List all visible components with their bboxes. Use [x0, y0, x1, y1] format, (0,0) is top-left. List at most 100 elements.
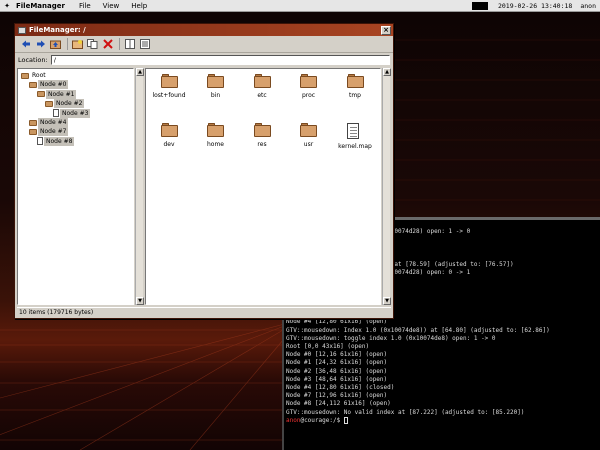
- terminal-line: Node #4 [12,80 61x16] (closed): [286, 384, 395, 392]
- app-menu-icon[interactable]: ✦: [2, 2, 12, 10]
- file-item[interactable]: res: [242, 123, 282, 148]
- prompt-user: anon: [286, 416, 301, 424]
- window-titlebar[interactable]: FileManager: / ×: [15, 24, 393, 36]
- folder-icon: [207, 74, 224, 88]
- file-item[interactable]: bin: [196, 74, 236, 99]
- file-icon: [53, 109, 59, 118]
- tree-node-label: Node #7: [38, 127, 69, 137]
- back-arrow-icon[interactable]: [19, 38, 32, 51]
- tree-node-label: Node #3: [60, 108, 91, 118]
- terminal-cursor: [343, 416, 348, 424]
- tree-node[interactable]: Node #3: [53, 108, 91, 118]
- scroll-up-icon[interactable]: ▲: [136, 68, 144, 76]
- file-item[interactable]: dev: [149, 123, 189, 148]
- file-name: lost+found: [152, 92, 186, 99]
- terminal-line: Node #4 [12,80 61x16] (open): [286, 318, 388, 326]
- terminal-line: Node #8 [24,112 61x16] (open): [286, 400, 391, 408]
- tree-node[interactable]: Node #0: [29, 80, 69, 90]
- up-folder-icon[interactable]: [49, 38, 62, 51]
- folder-icon: [253, 74, 271, 88]
- window-title: FileManager: /: [29, 26, 86, 34]
- file-name: kernel.map: [338, 143, 372, 150]
- document-icon: [346, 123, 364, 139]
- new-folder-icon[interactable]: [71, 38, 84, 51]
- folder-icon: [207, 123, 224, 137]
- file-name: usr: [303, 141, 314, 148]
- toolbar: [15, 36, 393, 53]
- file-item[interactable]: home: [196, 123, 236, 148]
- tray-indicator-icon[interactable]: [471, 1, 488, 10]
- terminal-line: Node #2 [36,48 61x16] (open): [286, 367, 388, 375]
- location-label: Location:: [18, 56, 48, 64]
- folder-icon: [300, 123, 317, 137]
- terminal-prompt[interactable]: anon@courage:/$: [286, 416, 598, 425]
- file-item[interactable]: kernel.map: [335, 123, 375, 150]
- file-name: proc: [301, 92, 316, 99]
- toolbar-separator: [67, 38, 68, 50]
- folder-icon: [346, 74, 364, 88]
- tree-node[interactable]: Node #8: [37, 136, 75, 146]
- menu-help[interactable]: Help: [125, 0, 153, 12]
- menu-app-name[interactable]: FileManager: [12, 0, 73, 12]
- file-item[interactable]: usr: [289, 123, 329, 148]
- file-grid[interactable]: lost+found bin etc proc tmp dev home res usr kern…: [145, 68, 381, 305]
- folder-icon: [29, 119, 37, 126]
- list-view-icon[interactable]: [138, 38, 151, 51]
- tree-node[interactable]: Node #7: [29, 127, 69, 137]
- terminal-line: Root [0,0 43x16] (open): [286, 343, 370, 351]
- folder-icon: [29, 81, 37, 88]
- tree-scrollbar[interactable]: ▲ ▼: [135, 68, 144, 305]
- toolbar-separator: [119, 38, 120, 50]
- file-name: dev: [163, 141, 175, 148]
- file-name: bin: [210, 92, 221, 99]
- file-item[interactable]: tmp: [335, 74, 375, 99]
- folder-icon: [160, 123, 178, 137]
- prompt-path: @courage:/$: [300, 416, 344, 424]
- username[interactable]: anon: [576, 2, 600, 10]
- status-bar: 10 items (179716 bytes): [17, 307, 391, 317]
- file-name: home: [206, 141, 224, 148]
- file-icon: [37, 137, 43, 146]
- folder-icon: [21, 72, 29, 79]
- tree-node[interactable]: Root: [21, 71, 48, 80]
- terminal-line: Node #0 [12,16 61x16] (open): [286, 351, 388, 359]
- scroll-up-icon[interactable]: ▲: [383, 68, 391, 76]
- close-button[interactable]: ×: [381, 25, 391, 35]
- window-menu-icon[interactable]: [18, 26, 26, 34]
- folder-icon: [45, 100, 53, 107]
- menu-view[interactable]: View: [97, 0, 126, 12]
- folder-icon: [29, 128, 37, 135]
- scroll-down-icon[interactable]: ▼: [383, 297, 391, 305]
- copy-icon[interactable]: [86, 38, 99, 51]
- file-item[interactable]: proc: [289, 74, 329, 99]
- files-scrollbar[interactable]: ▲ ▼: [382, 68, 391, 305]
- terminal-line: GTV::mousedown: No valid index at [87.22…: [286, 408, 525, 416]
- file-name: res: [257, 141, 267, 148]
- tree-node-label: Node #0: [38, 80, 69, 90]
- tree-node[interactable]: Node #2: [45, 99, 85, 109]
- tree-node[interactable]: Node #4: [29, 118, 69, 127]
- folder-icon: [160, 74, 178, 88]
- file-manager-window: FileManager: / × Location: / Root Node #…: [14, 23, 394, 319]
- folder-icon: [37, 91, 45, 98]
- terminal-line: Node #7 [12,96 61x16] (open): [286, 392, 388, 400]
- menu-file[interactable]: File: [73, 0, 97, 12]
- delete-icon[interactable]: [101, 38, 114, 51]
- file-name: etc: [257, 92, 267, 99]
- forward-arrow-icon[interactable]: [34, 38, 47, 51]
- tree-node-label: Node #1: [46, 89, 77, 99]
- icon-view-icon[interactable]: [123, 38, 136, 51]
- location-bar: Location:: [15, 53, 393, 67]
- folder-tree[interactable]: Root Node #0 Node #1 Node #2 Node #3 Node #4 N…: [17, 68, 134, 305]
- location-input[interactable]: [50, 55, 390, 65]
- folder-icon: [253, 123, 271, 137]
- top-menubar: ✦ FileManager File View Help 2019-02-26 …: [0, 0, 600, 12]
- scroll-down-icon[interactable]: ▼: [136, 297, 144, 305]
- tree-node-label: Node #2: [54, 99, 85, 109]
- terminal-line: Node #3 [48,64 61x16] (open): [286, 375, 388, 383]
- file-item[interactable]: lost+found: [149, 74, 189, 99]
- tree-node-label: Root: [32, 72, 46, 79]
- tree-node[interactable]: Node #1: [37, 89, 77, 99]
- file-item[interactable]: etc: [242, 74, 282, 99]
- terminal-line: Node #1 [24,32 61x16] (open): [286, 359, 388, 367]
